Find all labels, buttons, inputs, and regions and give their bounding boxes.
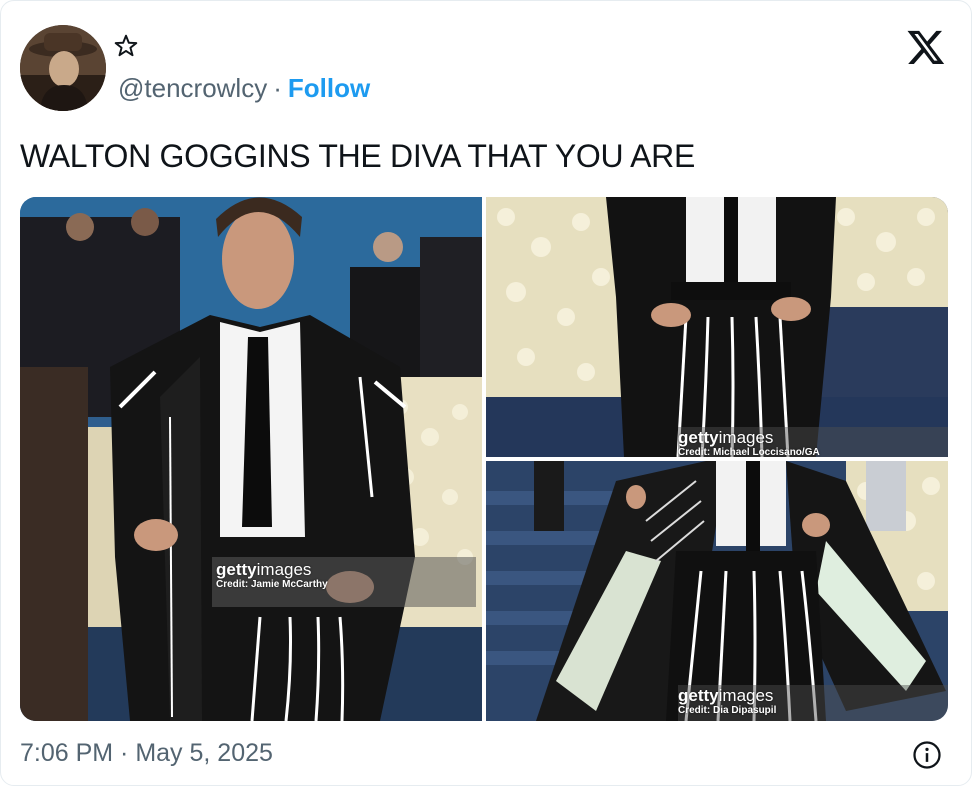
photo-credit: Credit: Dia Dipasupil [678,705,777,716]
watermark-brand-bold: getty [678,686,719,705]
author-row: @tencrowlcy · Follow [118,73,370,103]
watermark-brand-light: images [718,428,774,447]
watermark-brand-bold: getty [678,428,719,447]
follow-button[interactable]: Follow [288,73,370,103]
user-avatar[interactable] [20,25,106,111]
info-icon[interactable] [912,740,942,770]
media-grid: gettyimages Credit: Jamie McCarthy getty… [20,197,948,721]
tweet-text: WALTON GOGGINS THE DIVA THAT YOU ARE [20,138,695,174]
tweet-timestamp[interactable]: 7:06 PM · May 5, 2025 [20,738,273,768]
media-photo-2[interactable]: gettyimages Credit: Michael Loccisano/GA [486,197,948,457]
author-handle[interactable]: @tencrowlcy [118,73,267,103]
star-outline-icon [114,34,138,57]
getty-watermark: gettyimages Credit: Jamie McCarthy [212,557,476,607]
media-photo-1[interactable]: gettyimages Credit: Jamie McCarthy [20,197,482,721]
watermark-brand-light: images [256,560,312,579]
getty-watermark: gettyimages Credit: Dia Dipasupil [678,685,948,721]
photo-credit: Credit: Michael Loccisano/GA [678,447,820,457]
separator-dot: · [273,73,282,103]
photo-credit: Credit: Jamie McCarthy [216,579,328,590]
getty-watermark: gettyimages Credit: Michael Loccisano/GA [678,427,948,457]
media-photo-3[interactable]: gettyimages Credit: Dia Dipasupil [486,461,948,721]
x-logo-icon[interactable] [905,27,947,67]
watermark-brand-bold: getty [216,560,257,579]
watermark-brand-light: images [718,686,774,705]
tweet-embed-card: @tencrowlcy · Follow WALTON GOGGINS THE DI… [0,0,972,786]
